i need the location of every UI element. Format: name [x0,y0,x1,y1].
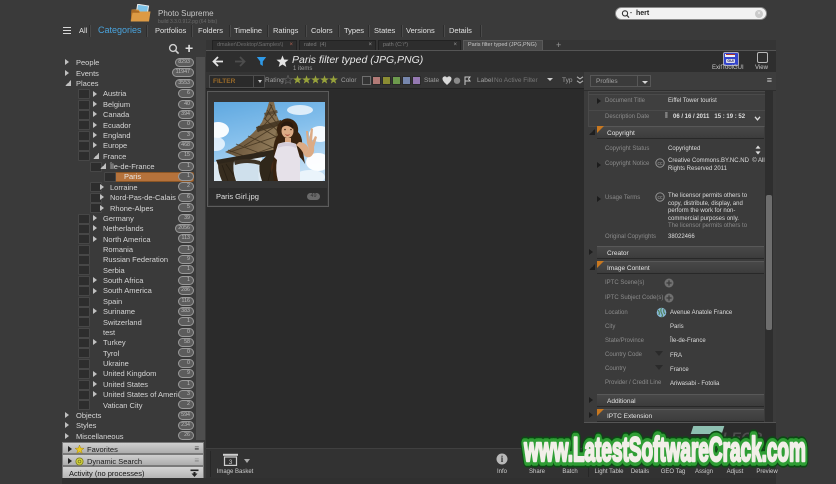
svg-text:www.LatestSoftwareCrack.com: www.LatestSoftwareCrack.com [523,430,805,468]
svg-text:cc: cc [658,195,664,201]
svg-text:3: 3 [229,459,233,466]
svg-text:cc: cc [658,161,664,167]
